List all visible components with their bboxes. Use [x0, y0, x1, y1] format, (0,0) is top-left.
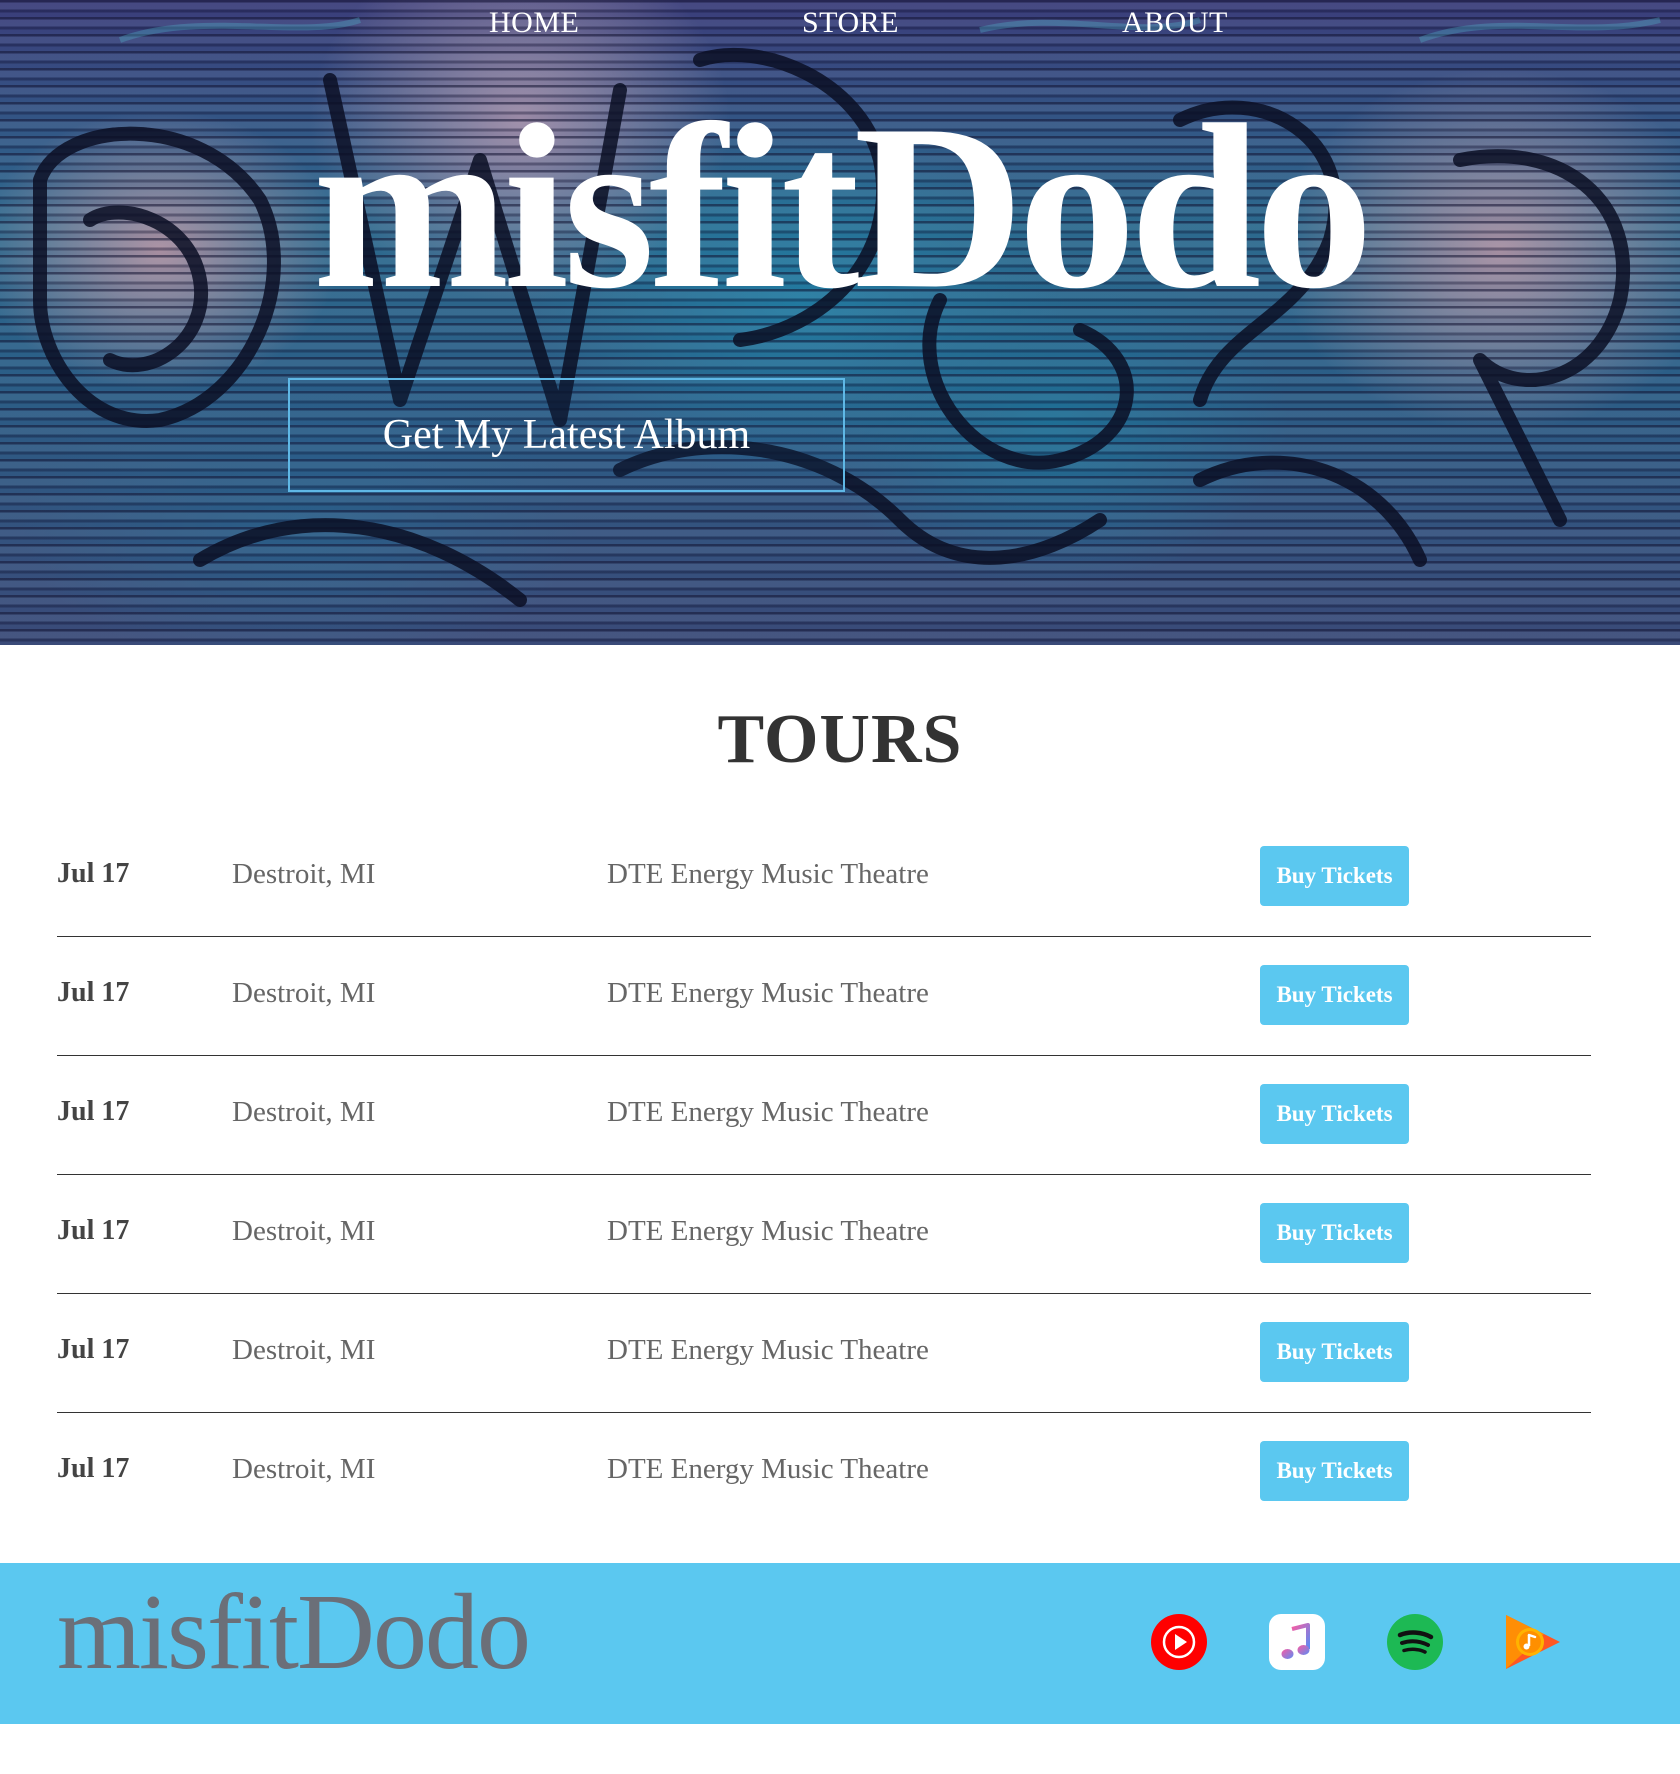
tour-row: Jul 17 Destroit, MI DTE Energy Music The… — [57, 1413, 1591, 1532]
tour-row: Jul 17 Destroit, MI DTE Energy Music The… — [57, 818, 1591, 937]
top-nav: HOME STORE ABOUT — [0, 6, 1680, 46]
tour-row: Jul 17 Destroit, MI DTE Energy Music The… — [57, 1175, 1591, 1294]
tour-venue: DTE Energy Music Theatre — [607, 1215, 929, 1247]
tour-date: Jul 17 — [57, 1215, 130, 1246]
tour-date: Jul 17 — [57, 1453, 130, 1484]
hero-title: misfitDodo — [312, 77, 1373, 338]
nav-about-link[interactable]: ABOUT — [1122, 6, 1228, 40]
buy-tickets-button[interactable]: Buy Tickets — [1260, 846, 1409, 906]
buy-tickets-button[interactable]: Buy Tickets — [1260, 1203, 1409, 1263]
tour-row: Jul 17 Destroit, MI DTE Energy Music The… — [57, 937, 1591, 1056]
tour-date: Jul 17 — [57, 858, 130, 889]
tour-city: Destroit, MI — [232, 1096, 376, 1128]
tour-row: Jul 17 Destroit, MI DTE Energy Music The… — [57, 1056, 1591, 1175]
buy-tickets-button[interactable]: Buy Tickets — [1260, 1322, 1409, 1382]
footer: misfitDodo — [0, 1563, 1680, 1724]
buy-tickets-button[interactable]: Buy Tickets — [1260, 1084, 1409, 1144]
tour-venue: DTE Energy Music Theatre — [607, 1334, 929, 1366]
footer-logo: misfitDodo — [57, 1573, 531, 1692]
tour-venue: DTE Energy Music Theatre — [607, 977, 929, 1009]
tours-heading: TOURS — [717, 701, 963, 778]
tour-city: Destroit, MI — [232, 1453, 376, 1485]
tour-city: Destroit, MI — [232, 1334, 376, 1366]
google-play-music-icon[interactable] — [1504, 1613, 1562, 1671]
spotify-icon[interactable] — [1386, 1613, 1444, 1671]
buy-tickets-button[interactable]: Buy Tickets — [1260, 1441, 1409, 1501]
nav-store-link[interactable]: STORE — [802, 6, 899, 40]
tour-city: Destroit, MI — [232, 1215, 376, 1247]
get-latest-album-button[interactable]: Get My Latest Album — [288, 378, 845, 492]
tour-venue: DTE Energy Music Theatre — [607, 1096, 929, 1128]
tour-date: Jul 17 — [57, 977, 130, 1008]
nav-home-link[interactable]: HOME — [489, 6, 579, 40]
youtube-music-icon[interactable] — [1150, 1613, 1208, 1671]
tour-venue: DTE Energy Music Theatre — [607, 1453, 929, 1485]
tour-row: Jul 17 Destroit, MI DTE Energy Music The… — [57, 1294, 1591, 1413]
tour-city: Destroit, MI — [232, 858, 376, 890]
tour-venue: DTE Energy Music Theatre — [607, 858, 929, 890]
tour-city: Destroit, MI — [232, 977, 376, 1009]
hero-banner: HOME STORE ABOUT misfitDodo Get My Lates… — [0, 0, 1680, 645]
apple-music-icon[interactable] — [1268, 1613, 1326, 1671]
buy-tickets-button[interactable]: Buy Tickets — [1260, 965, 1409, 1025]
tour-date: Jul 17 — [57, 1096, 130, 1127]
tour-list: Jul 17 Destroit, MI DTE Energy Music The… — [57, 818, 1591, 1532]
tour-date: Jul 17 — [57, 1334, 130, 1365]
